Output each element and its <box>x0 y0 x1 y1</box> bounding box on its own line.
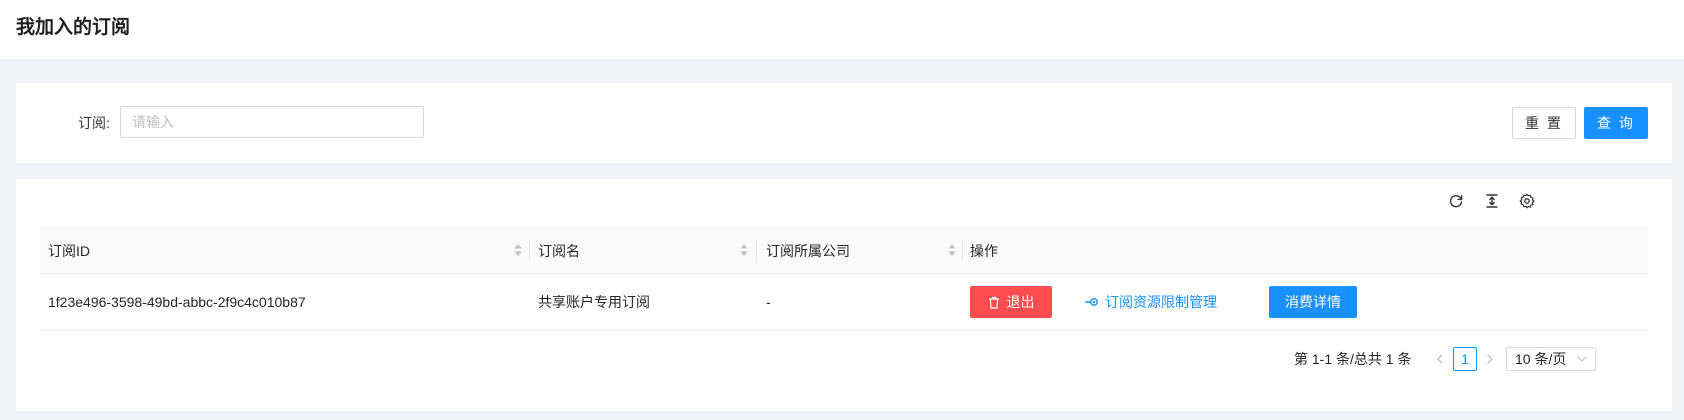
column-divider <box>529 240 530 262</box>
exit-subscription-button[interactable]: 退出 <box>970 286 1052 318</box>
node-link-icon <box>1085 298 1098 306</box>
sort-icon[interactable] <box>740 243 748 257</box>
next-page-icon[interactable] <box>1479 347 1501 371</box>
column-header-subscription-id[interactable]: 订阅ID <box>48 227 528 274</box>
page-number-1[interactable]: 1 <box>1453 347 1477 371</box>
table-card: 订阅ID 订阅名 订阅所属公司 操作 1f23e496-3598-49bd-ab… <box>16 179 1672 411</box>
column-header-company[interactable]: 订阅所属公司 <box>766 227 962 274</box>
column-height-icon[interactable] <box>1482 191 1502 211</box>
page-header: 我加入的订阅 <box>0 0 1684 59</box>
table-row: 1f23e496-3598-49bd-abbc-2f9c4c010b87 共享账… <box>40 274 1648 331</box>
query-button[interactable]: 查 询 <box>1584 107 1648 139</box>
sort-icon[interactable] <box>948 243 956 257</box>
column-header-label: 订阅所属公司 <box>766 242 850 259</box>
cell-subscription-name: 共享账户专用订阅 <box>538 294 650 310</box>
cell-subscription-id: 1f23e496-3598-49bd-abbc-2f9c4c010b87 <box>48 294 306 310</box>
subscription-filter-label: 订阅: <box>78 115 110 131</box>
consumption-details-button[interactable]: 消费详情 <box>1269 286 1357 318</box>
column-divider <box>962 240 963 262</box>
resource-limit-management-link[interactable]: 订阅资源限制管理 <box>1085 290 1217 314</box>
resource-limit-management-label: 订阅资源限制管理 <box>1105 294 1217 310</box>
delete-icon <box>988 296 999 309</box>
reset-button[interactable]: 重 置 <box>1512 107 1576 139</box>
column-header-subscription-name[interactable]: 订阅名 <box>538 227 754 274</box>
search-form: 订阅: 重 置 查 询 <box>16 83 1672 163</box>
exit-button-label: 退出 <box>1006 294 1035 310</box>
page-size-value: 10 条/页 <box>1515 351 1567 367</box>
reload-icon[interactable] <box>1446 191 1466 211</box>
cell-company: - <box>766 294 771 310</box>
sort-icon[interactable] <box>514 243 522 257</box>
column-header-label: 订阅ID <box>48 242 90 259</box>
pagination-total: 第 1-1 条/总共 1 条 <box>1294 351 1412 367</box>
subscription-search-input[interactable] <box>120 106 424 138</box>
chevron-down-icon <box>1577 356 1587 362</box>
previous-page-icon[interactable] <box>1429 347 1451 371</box>
page-size-select[interactable]: 10 条/页 <box>1506 347 1596 371</box>
page-title: 我加入的订阅 <box>16 17 131 38</box>
setting-icon[interactable] <box>1517 191 1537 211</box>
column-divider <box>756 240 757 262</box>
column-header-label: 订阅名 <box>538 242 580 259</box>
table-header: 订阅ID 订阅名 订阅所属公司 操作 <box>40 227 1648 274</box>
column-header-actions: 操作 <box>970 227 1270 274</box>
column-header-label: 操作 <box>970 242 998 259</box>
